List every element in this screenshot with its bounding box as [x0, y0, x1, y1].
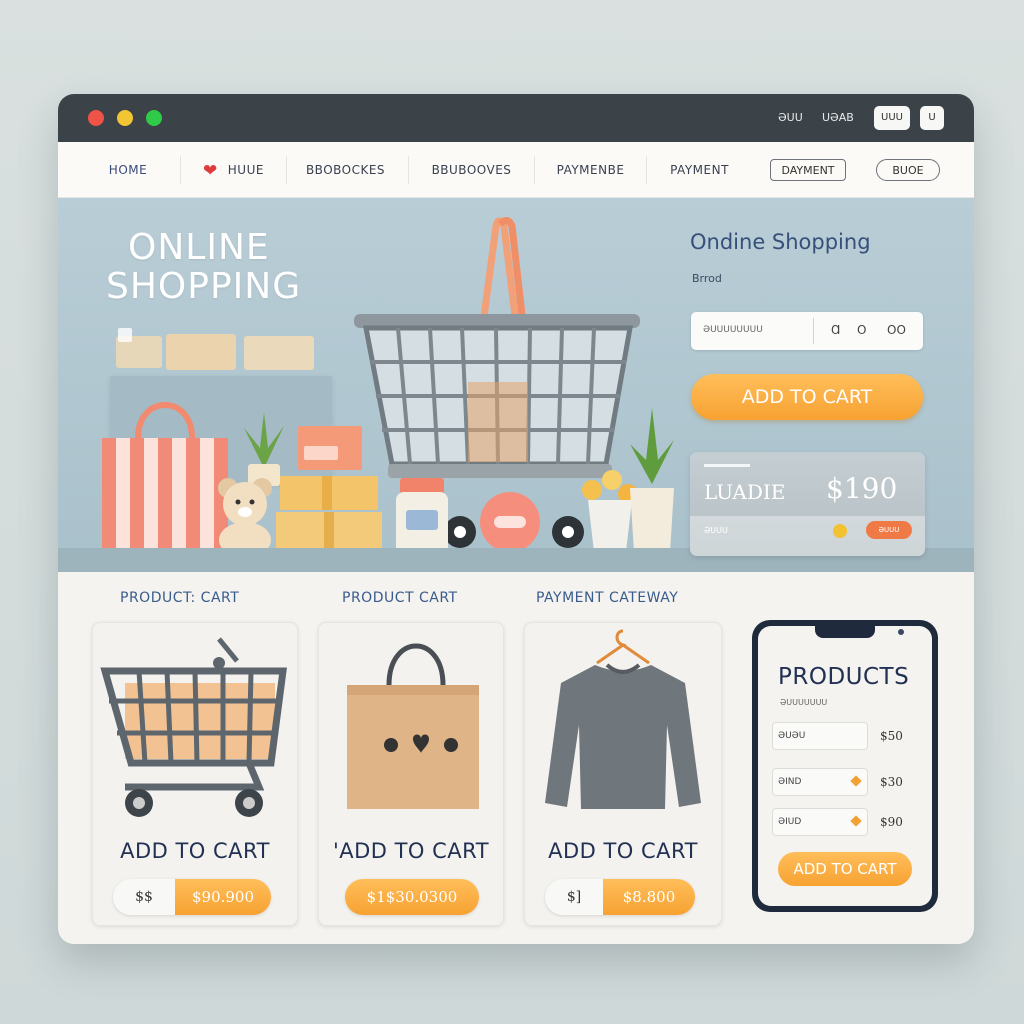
titlebar-pill-2[interactable]: U [920, 106, 944, 130]
input-button-3[interactable]: OO [887, 323, 906, 337]
nav-item-4[interactable]: BBUBOOVES [408, 156, 534, 184]
nav-item-favorites-label: HUUE [227, 163, 264, 177]
search-input[interactable]: ƏUUUUUUUU Ɑ O OO [691, 312, 923, 350]
shopping-cart-icon [100, 637, 287, 817]
minimize-window-button[interactable] [117, 110, 133, 126]
hero-add-to-cart-button[interactable]: ADD TO CART [691, 374, 923, 420]
shopping-basket-icon [354, 217, 640, 478]
close-window-button[interactable] [88, 110, 104, 126]
card-title-2: 'ADD TO CART [332, 839, 490, 863]
card-price-right-3: $8.800 [603, 879, 695, 915]
card-title-1: ADD TO CART [120, 839, 270, 863]
input-button-1[interactable]: Ɑ [831, 323, 840, 337]
tall-plant-icon [630, 408, 674, 552]
teddy-bear-icon [218, 478, 272, 558]
hero-banner: ONLINE SHOPPING Ondine Shopping Brrod ƏU… [58, 198, 974, 572]
price-card-button[interactable]: ƏUUU [866, 521, 912, 539]
section-label-1: PRODUCT: CART [120, 590, 240, 606]
phone-row-name: ƏUƏU [778, 731, 806, 741]
hero-title-line2: SHOPPING [106, 266, 302, 307]
phone-add-to-cart-button[interactable]: ADD TO CART [778, 852, 912, 886]
price-card-line [704, 464, 750, 467]
product-card-sweater[interactable]: ADD TO CART $] $8.800 [524, 622, 722, 926]
phone-screen: PRODUCTS ƏUUUUUUU ƏUƏU $50 ƏIND $30 ƏIUD… [758, 626, 932, 906]
section-label-3: PAYMENT CATEWAY [536, 590, 679, 606]
sweater-icon [545, 629, 701, 809]
phone-row-price: $90 [880, 815, 903, 829]
browser-window: ƏUU UƏAB UUU U HOME ❤ HUUE BBOBOCKES BBUB… [58, 94, 974, 944]
phone-row-name: ƏIUD [778, 817, 802, 827]
card-price-right-2: $1$30.0300 [345, 879, 479, 915]
card-price-button-2[interactable]: $1$30.0300 [345, 879, 479, 915]
title-bar: ƏUU UƏAB UUU U [58, 94, 974, 142]
phone-notch [815, 626, 904, 638]
heart-icon: ❤ [203, 160, 218, 181]
ball-icon [480, 492, 540, 552]
nav-item-boxed[interactable]: DAYMENT [770, 159, 846, 181]
jar-icon [396, 478, 448, 554]
hero-subtitle: Ondine Shopping [690, 230, 871, 254]
phone-product-row-2[interactable]: ƏIND $30 [772, 768, 916, 796]
nav-item-payment[interactable]: PAYMENT [646, 156, 752, 184]
card-price-left-1: $$ [113, 879, 175, 915]
hero-small-text: Brrod [692, 272, 722, 285]
hero-title: ONLINE SHOPPING [106, 228, 346, 306]
label-tag-icon [116, 328, 314, 370]
top-navigation: HOME ❤ HUUE BBOBOCKES BBUBOOVES PAYMENBE … [58, 142, 974, 198]
phone-product-row-3[interactable]: ƏIUD $90 [772, 808, 916, 836]
titlebar-text-2: UƏAB [822, 111, 854, 124]
price-card-label: LUADIE [704, 480, 786, 504]
nav-item-pill[interactable]: BUOE [876, 159, 940, 181]
phone-row-price: $50 [880, 729, 903, 743]
price-card: LUADIE $190 ƏUUU ƏUUU [690, 452, 925, 556]
product-card-bag[interactable]: 'ADD TO CART $1$30.0300 [318, 622, 504, 926]
phone-mockup: PRODUCTS ƏUUUUUUU ƏUƏU $50 ƏIND $30 ƏIUD… [752, 620, 938, 912]
titlebar-text-1: ƏUU [778, 111, 803, 124]
nav-item-home[interactable]: HOME [80, 156, 176, 184]
camera-icon [898, 629, 904, 635]
phone-title: PRODUCTS [778, 664, 910, 690]
product-card-cart[interactable]: ADD TO CART $$ $90.900 [92, 622, 298, 926]
card-price-right-1: $90.900 [175, 879, 271, 915]
search-input-value: ƏUUUUUUUU [703, 325, 763, 335]
coin-icon [833, 524, 847, 538]
nav-item-3[interactable]: BBOBOCKES [286, 156, 404, 184]
nav-item-favorites[interactable]: ❤ HUUE [180, 156, 286, 184]
input-button-2[interactable]: O [857, 323, 866, 337]
phone-product-row-1[interactable]: ƏUƏU $50 [772, 722, 916, 750]
price-card-small: ƏUUU [704, 526, 728, 535]
card-price-left-3: $] [545, 879, 603, 915]
card-price-button-3[interactable]: $] $8.800 [545, 879, 695, 915]
price-card-price: $190 [826, 472, 898, 505]
shopping-bag-icon [347, 643, 479, 809]
phone-row-name: ƏIND [778, 777, 802, 787]
section-label-2: PRODUCT CART [342, 590, 458, 606]
card-price-button-1[interactable]: $$ $90.900 [113, 879, 271, 915]
phone-row-price: $30 [880, 775, 903, 789]
input-divider [813, 318, 814, 344]
maximize-window-button[interactable] [146, 110, 162, 126]
phone-subtitle: ƏUUUUUUU [780, 698, 828, 707]
hero-title-line1: ONLINE [128, 227, 270, 268]
nav-item-5[interactable]: PAYMENBE [534, 156, 646, 184]
card-title-3: ADD TO CART [548, 839, 698, 863]
titlebar-pill-1[interactable]: UUU [874, 106, 910, 130]
